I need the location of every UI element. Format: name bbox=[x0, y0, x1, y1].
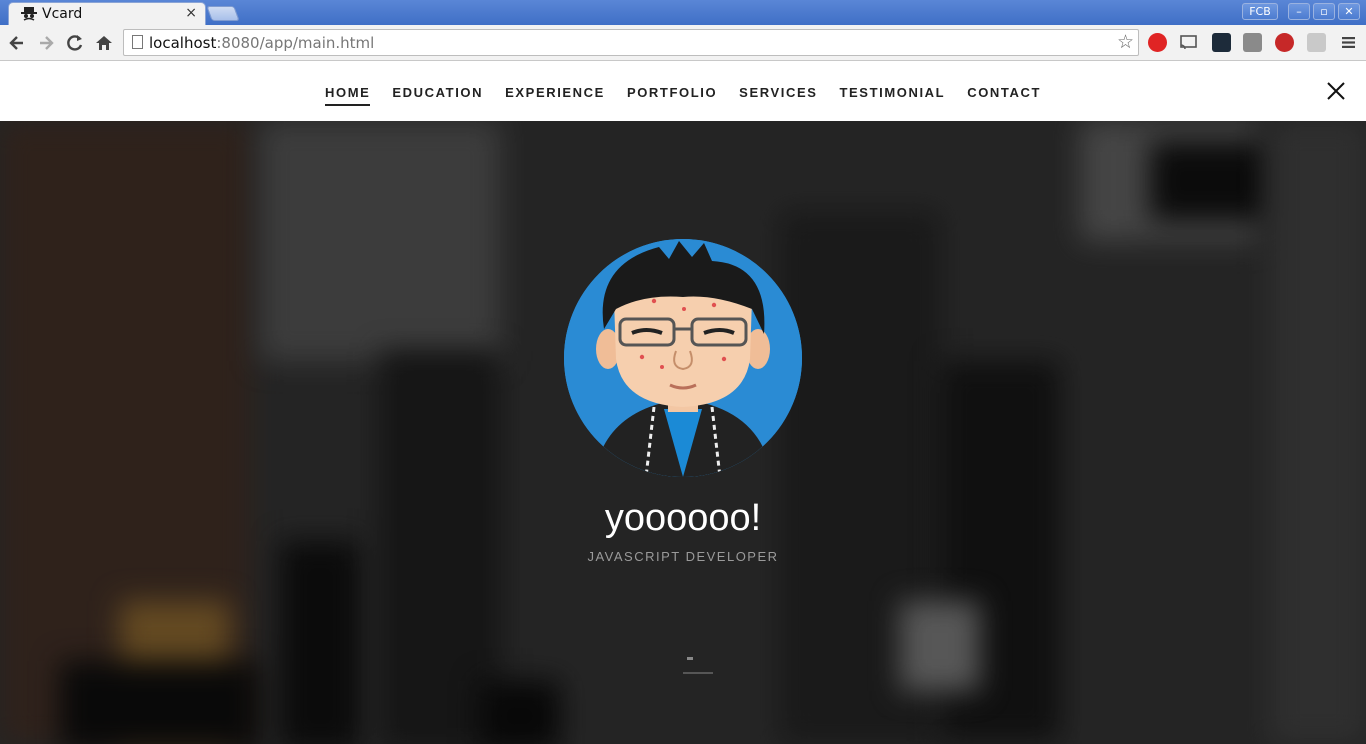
url-path: :8080/app/main.html bbox=[216, 34, 375, 52]
close-window-button[interactable]: ✕ bbox=[1338, 3, 1360, 20]
url-text[interactable]: localhost:8080/app/main.html bbox=[149, 34, 374, 52]
profile-button[interactable]: FCB bbox=[1242, 3, 1278, 20]
home-icon[interactable] bbox=[94, 33, 114, 53]
browser-toolbar: localhost:8080/app/main.html ☆ bbox=[0, 25, 1366, 61]
hero-section: yoooooo! JAVASCRIPT DEVELOPER bbox=[0, 121, 1366, 744]
tab-title: Vcard bbox=[42, 6, 83, 22]
menu-icon[interactable] bbox=[1339, 33, 1358, 52]
tab-close-icon[interactable]: × bbox=[185, 5, 197, 21]
cast-icon[interactable] bbox=[1179, 33, 1198, 52]
forward-icon[interactable] bbox=[36, 33, 56, 53]
block-extension-icon[interactable] bbox=[1275, 33, 1294, 52]
nav-menu: HOME EDUCATION EXPERIENCE PORTFOLIO SERV… bbox=[0, 61, 1366, 121]
minimize-button[interactable]: – bbox=[1288, 3, 1310, 20]
nav-item-home[interactable]: HOME bbox=[325, 79, 371, 106]
site-navbar: HOME EDUCATION EXPERIENCE PORTFOLIO SERV… bbox=[0, 61, 1366, 121]
hero-name: yoooooo! bbox=[604, 497, 762, 539]
spy-favicon-icon bbox=[21, 7, 37, 21]
nav-item-education[interactable]: EDUCATION bbox=[392, 79, 483, 104]
back-icon[interactable] bbox=[7, 33, 27, 53]
browser-tab[interactable]: Vcard × bbox=[8, 2, 206, 25]
hero-role: JAVASCRIPT DEVELOPER bbox=[587, 549, 779, 564]
page-icon bbox=[132, 35, 143, 49]
nav-item-testimonial[interactable]: TESTIMONIAL bbox=[839, 79, 945, 104]
nav-item-contact[interactable]: CONTACT bbox=[967, 79, 1041, 104]
new-tab-button[interactable] bbox=[206, 6, 240, 21]
cloud-extension-icon[interactable] bbox=[1307, 33, 1326, 52]
translate-extension-icon[interactable] bbox=[1212, 33, 1231, 52]
scroll-down-indicator-icon[interactable] bbox=[682, 651, 714, 675]
url-host: localhost bbox=[149, 34, 217, 52]
opera-extension-icon[interactable] bbox=[1148, 33, 1167, 52]
bookmark-star-icon[interactable]: ☆ bbox=[1117, 31, 1134, 53]
nav-item-portfolio[interactable]: PORTFOLIO bbox=[627, 79, 717, 104]
copy-extension-icon[interactable] bbox=[1243, 33, 1262, 52]
maximize-button[interactable]: ▫ bbox=[1313, 3, 1335, 20]
address-bar[interactable]: localhost:8080/app/main.html ☆ bbox=[123, 29, 1139, 56]
browser-titlebar: Vcard × FCB – ▫ ✕ bbox=[0, 0, 1366, 25]
close-menu-icon[interactable] bbox=[1326, 81, 1346, 101]
nav-item-experience[interactable]: EXPERIENCE bbox=[505, 79, 605, 104]
avatar bbox=[564, 239, 802, 477]
page-viewport: HOME EDUCATION EXPERIENCE PORTFOLIO SERV… bbox=[0, 61, 1366, 744]
nav-item-services[interactable]: SERVICES bbox=[739, 79, 817, 104]
reload-icon[interactable] bbox=[65, 33, 85, 53]
